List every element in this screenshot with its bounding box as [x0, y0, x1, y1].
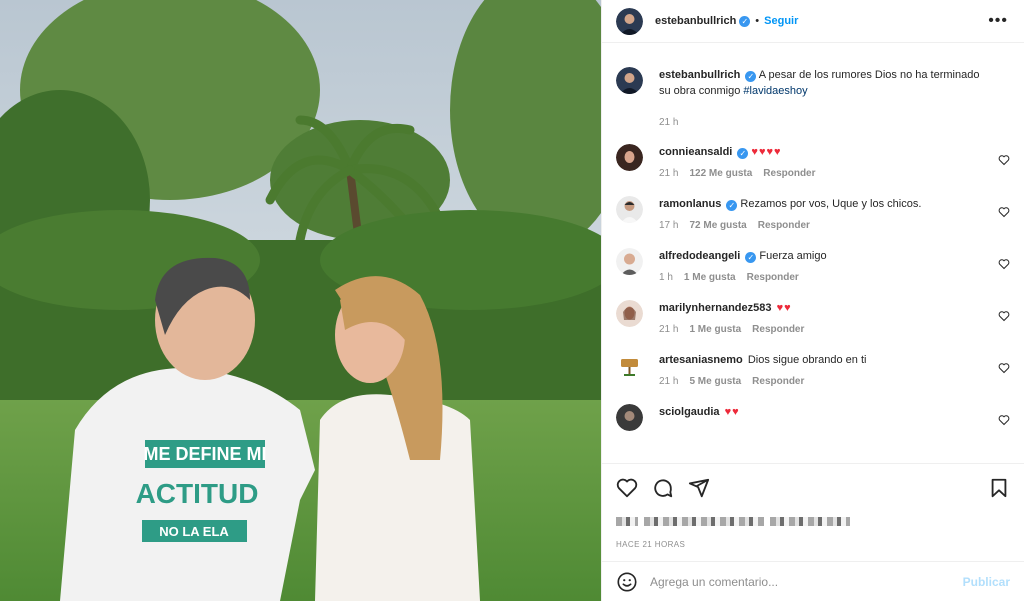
- reply-button[interactable]: Responder: [758, 220, 810, 231]
- comment-input[interactable]: [650, 574, 963, 589]
- comment-time[interactable]: 21 h: [659, 324, 678, 335]
- verified-icon: ✓: [745, 71, 757, 82]
- comment-item: ramonlanus ✓ Rezamos por vos, Uque y los …: [616, 196, 1010, 231]
- comment-text: Rezamos por vos, Uque y los chicos.: [740, 198, 922, 210]
- comment-avatar[interactable]: [616, 352, 643, 379]
- comment-likes[interactable]: 1 Me gusta: [689, 324, 741, 335]
- bookmark-icon[interactable]: [988, 477, 1010, 499]
- caption: estebanbullrich ✓ A pesar de los rumores …: [616, 67, 1010, 128]
- comment-avatar[interactable]: [616, 248, 643, 275]
- comment-time[interactable]: 1 h: [659, 272, 673, 283]
- reply-button[interactable]: Responder: [752, 376, 804, 387]
- comment-hearts: ♥♥: [776, 302, 792, 314]
- comment-avatar[interactable]: [616, 300, 643, 327]
- post-sidebar: estebanbullrich ✓ • Seguir ••• estebanbu…: [601, 0, 1024, 601]
- comment-text: Fuerza amigo: [759, 250, 827, 262]
- comment-likes[interactable]: 1 Me gusta: [684, 272, 736, 283]
- post-actions: HACE 21 HORAS: [602, 463, 1024, 563]
- comment-username[interactable]: alfredodeangeli: [659, 250, 740, 262]
- comment-item: marilynhernandez583 ♥♥ 21 h 1 Me gusta R…: [616, 300, 1010, 335]
- comment-avatar[interactable]: [616, 144, 643, 171]
- post-timestamp[interactable]: HACE 21 HORAS: [616, 540, 1010, 549]
- comment-avatar[interactable]: [616, 196, 643, 223]
- post-header: estebanbullrich ✓ • Seguir •••: [602, 0, 1024, 43]
- liked-by-text: [644, 516, 764, 526]
- comment-item: sciolgaudia ♥♥: [616, 404, 1010, 431]
- liker-avatars: [616, 516, 638, 526]
- comment-username[interactable]: ramonlanus: [659, 198, 721, 210]
- comment-time[interactable]: 21 h: [659, 376, 678, 387]
- comment-username[interactable]: sciolgaudia: [659, 406, 720, 418]
- author-avatar[interactable]: [616, 7, 643, 35]
- publish-button[interactable]: Publicar: [963, 575, 1010, 589]
- comment-icon[interactable]: [652, 477, 674, 499]
- liked-by-others: [770, 516, 850, 526]
- comment-hearts: ♥♥♥♥: [751, 146, 782, 158]
- comment-username[interactable]: artesaniasnemo: [659, 354, 743, 366]
- shirt-line-2: ACTITUD: [136, 478, 259, 509]
- share-icon[interactable]: [688, 477, 710, 499]
- photo-illustration: ME DEFINE MI ACTITUD NO LA ELA: [0, 0, 601, 601]
- heart-icon[interactable]: [616, 477, 638, 499]
- author-username[interactable]: estebanbullrich: [655, 15, 736, 27]
- like-comment-heart-icon[interactable]: [998, 154, 1010, 166]
- author-avatar[interactable]: [616, 67, 643, 94]
- like-comment-heart-icon[interactable]: [998, 258, 1010, 270]
- verified-icon: ✓: [745, 252, 757, 263]
- reply-button[interactable]: Responder: [752, 324, 804, 335]
- comment-hearts: ♥♥: [724, 406, 740, 418]
- add-comment-bar: Publicar: [602, 561, 1024, 601]
- likes-summary[interactable]: [616, 512, 1010, 530]
- comment-text: Dios sigue obrando en ti: [747, 354, 867, 366]
- like-comment-heart-icon[interactable]: [998, 310, 1010, 322]
- comment-username[interactable]: connieansaldi: [659, 146, 732, 158]
- comment-item: artesaniasnemo Dios sigue obrando en ti …: [616, 352, 1010, 387]
- reply-button[interactable]: Responder: [763, 168, 815, 179]
- post-photo[interactable]: ME DEFINE MI ACTITUD NO LA ELA: [0, 0, 601, 601]
- like-comment-heart-icon[interactable]: [998, 206, 1010, 218]
- comment-username[interactable]: marilynhernandez583: [659, 302, 772, 314]
- comment-likes[interactable]: 122 Me gusta: [689, 168, 752, 179]
- caption-text: estebanbullrich ✓ A pesar de los rumores …: [659, 67, 988, 99]
- verified-icon: ✓: [726, 200, 738, 211]
- comment-likes[interactable]: 5 Me gusta: [689, 376, 741, 387]
- caption-hashtag[interactable]: #lavidaeshoy: [743, 85, 807, 97]
- reply-button[interactable]: Responder: [747, 272, 799, 283]
- emoji-icon[interactable]: [616, 571, 638, 593]
- comment-time[interactable]: 21 h: [659, 168, 678, 179]
- verified-icon: ✓: [739, 15, 751, 27]
- follow-button[interactable]: Seguir: [764, 15, 798, 27]
- verified-icon: ✓: [737, 148, 749, 159]
- caption-time[interactable]: 21 h: [659, 117, 678, 128]
- comment-item: alfredodeangeli ✓ Fuerza amigo 1 h 1 Me g…: [616, 248, 1010, 283]
- comment-avatar[interactable]: [616, 404, 643, 431]
- comment-item: connieansaldi ✓ ♥♥♥♥ 21 h 122 Me gusta Re…: [616, 144, 1010, 179]
- more-icon[interactable]: •••: [988, 12, 1008, 30]
- separator-dot: •: [755, 15, 760, 27]
- like-comment-heart-icon[interactable]: [998, 362, 1010, 374]
- shirt-line-1: ME DEFINE MI: [143, 444, 266, 464]
- comments-list[interactable]: estebanbullrich ✓ A pesar de los rumores …: [602, 44, 1024, 462]
- shirt-line-3: NO LA ELA: [159, 524, 229, 539]
- caption-username[interactable]: estebanbullrich: [659, 69, 740, 81]
- like-comment-heart-icon[interactable]: [998, 414, 1010, 426]
- comment-likes[interactable]: 72 Me gusta: [689, 220, 746, 231]
- comment-time[interactable]: 17 h: [659, 220, 678, 231]
